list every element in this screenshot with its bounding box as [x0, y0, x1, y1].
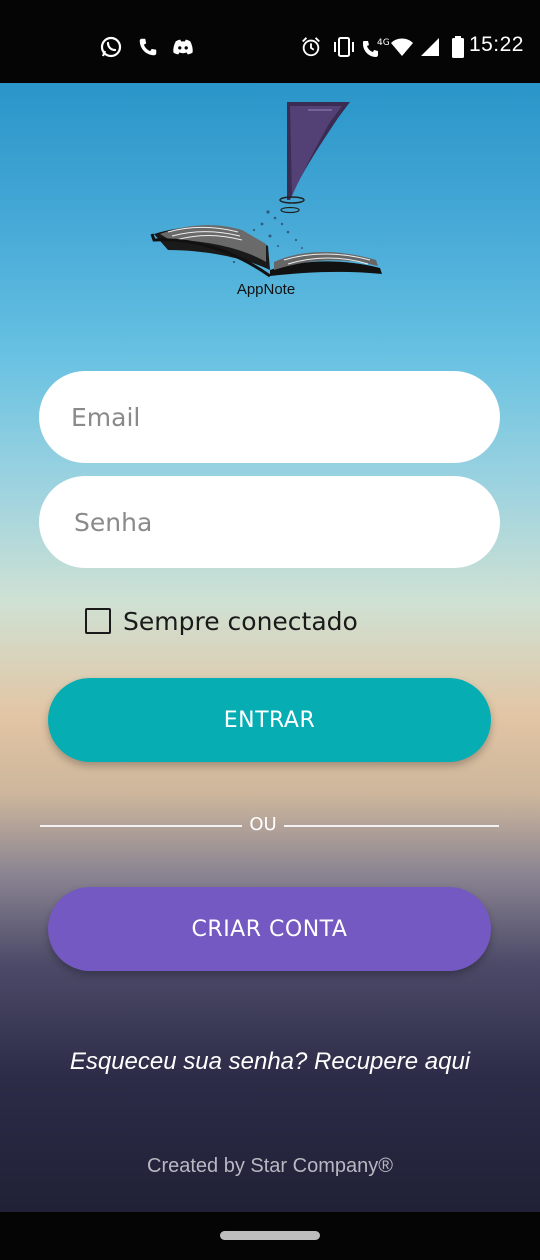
volte-call-icon: 4G [361, 34, 391, 60]
email-field[interactable] [39, 371, 500, 463]
app-logo: AppNote [150, 100, 390, 305]
password-field[interactable] [39, 476, 500, 568]
login-button[interactable]: ENTRAR [48, 678, 491, 762]
whatsapp-icon [98, 34, 124, 60]
divider-right [284, 825, 499, 827]
discord-icon [170, 34, 196, 60]
create-account-button[interactable]: CRIAR CONTA [48, 887, 491, 971]
remember-me-label: Sempre conectado [123, 606, 358, 636]
remember-me-checkbox[interactable] [85, 608, 111, 634]
svg-text:4G: 4G [377, 38, 390, 48]
phone-icon [135, 34, 161, 60]
divider-left [40, 825, 242, 827]
home-gesture-handle[interactable] [220, 1231, 320, 1240]
signal-icon [417, 34, 443, 60]
navigation-bar [0, 1212, 540, 1260]
app-name: AppNote [236, 281, 296, 298]
book-quill-logo-icon [150, 102, 382, 278]
wifi-icon [389, 34, 415, 60]
battery-icon [445, 34, 471, 60]
clock: 15:22 [468, 33, 524, 56]
divider-label: OU [249, 814, 277, 835]
status-bar: 4G 15:22 [0, 0, 540, 83]
vibrate-icon [331, 34, 357, 60]
alarm-icon [298, 34, 324, 60]
forgot-password-link[interactable]: Esqueceu sua senha? Recupere aqui [0, 1048, 540, 1076]
remember-me-row[interactable]: Sempre conectado [85, 604, 358, 638]
footer-credit: Created by Star Company® [147, 1155, 393, 1177]
